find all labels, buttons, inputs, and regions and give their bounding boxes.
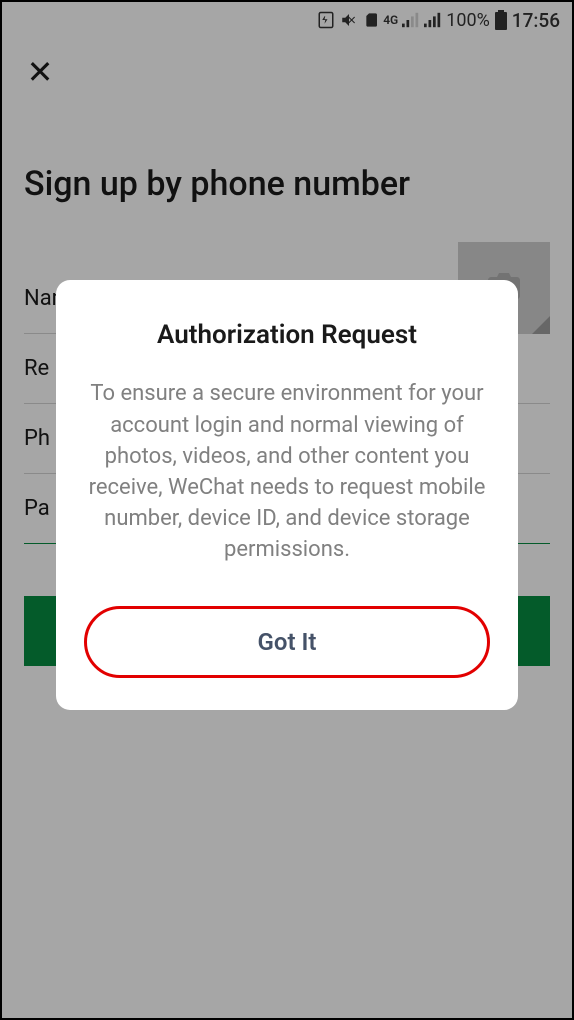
got-it-label: Got It — [258, 628, 317, 656]
authorization-modal: Authorization Request To ensure a secure… — [56, 280, 518, 709]
modal-title: Authorization Request — [84, 320, 490, 350]
modal-body-text: To ensure a secure environment for your … — [84, 378, 490, 565]
modal-overlay: Authorization Request To ensure a secure… — [2, 2, 572, 1018]
got-it-button[interactable]: Got It — [84, 606, 490, 678]
